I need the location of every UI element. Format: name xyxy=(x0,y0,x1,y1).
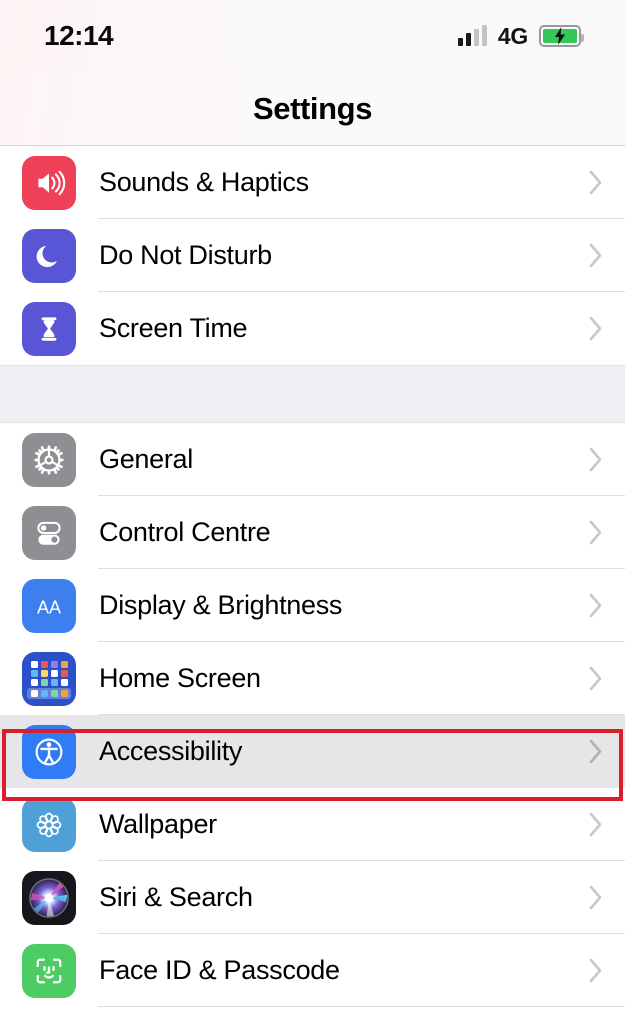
lightning-bolt-icon xyxy=(553,27,567,45)
accessibility-person-icon xyxy=(22,725,76,779)
settings-row-screen-time[interactable]: Screen Time xyxy=(0,292,625,365)
settings-row-label: Face ID & Passcode xyxy=(99,955,340,986)
settings-row-face-id-passcode[interactable]: Face ID & Passcode xyxy=(0,934,625,1007)
gear-icon xyxy=(22,433,76,487)
aa-text-icon: AA xyxy=(22,579,76,633)
chevron-right-icon xyxy=(589,812,603,837)
settings-row-label: Control Centre xyxy=(99,517,270,548)
moon-icon xyxy=(22,229,76,283)
app-grid-icon xyxy=(22,652,76,706)
settings-row-do-not-disturb[interactable]: Do Not Disturb xyxy=(0,219,625,292)
settings-row-label: General xyxy=(99,444,193,475)
face-id-icon xyxy=(22,944,76,998)
settings-row-label: Siri & Search xyxy=(99,882,253,913)
status-indicators: 4G xyxy=(458,23,581,50)
settings-group-2: General Control Centre A xyxy=(0,423,625,1007)
chevron-right-icon xyxy=(589,958,603,983)
settings-row-label: Home Screen xyxy=(99,663,261,694)
speaker-waves-icon xyxy=(22,156,76,210)
iphone-settings-screen: 12:14 4G Settings xyxy=(0,0,625,1024)
navigation-bar: Settings xyxy=(0,72,625,146)
chevron-right-icon xyxy=(589,885,603,910)
settings-group-1: Sounds & Haptics Do Not Disturb xyxy=(0,146,625,365)
group-separator xyxy=(0,365,625,423)
settings-row-label: Wallpaper xyxy=(99,809,217,840)
siri-orb-icon xyxy=(22,871,76,925)
chevron-right-icon xyxy=(589,243,603,268)
settings-row-display-brightness[interactable]: AA Display & Brightness xyxy=(0,569,625,642)
settings-row-wallpaper[interactable]: Wallpaper xyxy=(0,788,625,861)
settings-row-label: Do Not Disturb xyxy=(99,240,272,271)
network-type-label: 4G xyxy=(498,23,528,50)
svg-text:AA: AA xyxy=(37,597,61,617)
toggles-icon xyxy=(22,506,76,560)
hourglass-icon xyxy=(22,302,76,356)
settings-row-sounds-haptics[interactable]: Sounds & Haptics xyxy=(0,146,625,219)
chevron-right-icon xyxy=(589,666,603,691)
signal-bars-icon xyxy=(458,26,487,46)
settings-row-label: Sounds & Haptics xyxy=(99,167,309,198)
chevron-right-icon xyxy=(589,520,603,545)
settings-row-label: Display & Brightness xyxy=(99,590,342,621)
settings-row-siri-search[interactable]: Siri & Search xyxy=(0,861,625,934)
settings-row-accessibility[interactable]: Accessibility xyxy=(0,715,625,788)
chevron-right-icon xyxy=(589,739,603,764)
battery-charging-icon xyxy=(539,25,581,47)
chevron-right-icon xyxy=(589,447,603,472)
status-bar: 12:14 4G xyxy=(0,0,625,72)
chevron-right-icon xyxy=(589,593,603,618)
settings-row-control-centre[interactable]: Control Centre xyxy=(0,496,625,569)
settings-row-general[interactable]: General xyxy=(0,423,625,496)
flower-rosette-icon xyxy=(22,798,76,852)
page-title: Settings xyxy=(253,91,372,127)
chevron-right-icon xyxy=(589,316,603,341)
settings-row-label: Accessibility xyxy=(99,736,242,767)
settings-row-label: Screen Time xyxy=(99,313,247,344)
chevron-right-icon xyxy=(589,170,603,195)
settings-row-home-screen[interactable]: Home Screen xyxy=(0,642,625,715)
status-time: 12:14 xyxy=(44,20,113,52)
